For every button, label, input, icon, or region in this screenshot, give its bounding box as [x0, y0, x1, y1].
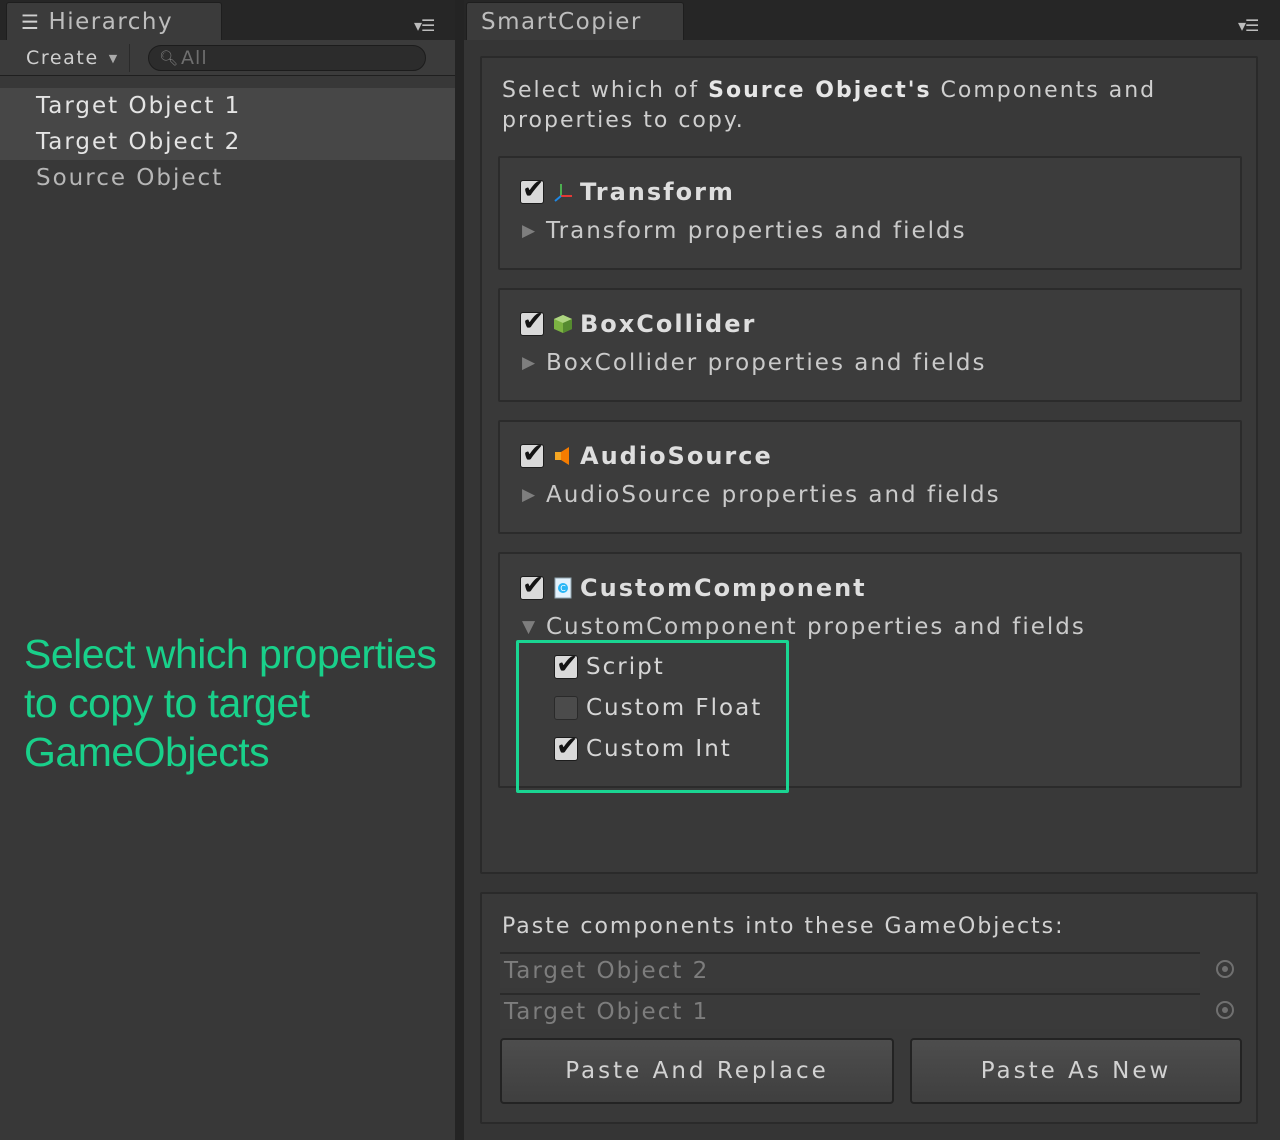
smartcopier-tab-strip: SmartCopier ▾☰ [464, 0, 1280, 40]
component-title: Transform [580, 178, 735, 206]
foldout-collapsed-icon: ▶ [522, 221, 538, 241]
annotation-line-1: Select which properties [24, 631, 437, 677]
smartcopier-tab-label: SmartCopier [481, 8, 642, 35]
object-picker-icon[interactable] [1216, 960, 1234, 978]
component-subtitle: AudioSource properties and fields [546, 482, 1001, 508]
paste-as-new-label: Paste As New [980, 1058, 1172, 1084]
component-title: BoxCollider [580, 310, 757, 338]
foldout-collapsed-icon: ▶ [522, 353, 538, 373]
target-field-1[interactable]: Target Object 2 [500, 952, 1200, 988]
component-boxcollider: BoxCollider ▶ BoxCollider properties and… [498, 288, 1242, 402]
hierarchy-item-source-object[interactable]: Source Object [0, 160, 455, 196]
component-foldout[interactable]: ▶ Transform properties and fields [522, 218, 967, 244]
component-checkbox-boxcollider[interactable] [520, 306, 545, 337]
panel-menu-icon[interactable]: ▾☰ [414, 16, 435, 35]
component-audiosource: AudioSource ▶ AudioSource properties and… [498, 420, 1242, 534]
hierarchy-item-target-object-2[interactable]: Target Object 2 [0, 124, 455, 160]
component-subtitle: BoxCollider properties and fields [546, 350, 987, 376]
hierarchy-item-label: Source Object [36, 165, 224, 191]
component-subtitle: Transform properties and fields [546, 218, 967, 244]
panel-splitter[interactable] [455, 0, 464, 1140]
component-subtitle: CustomComponent properties and fields [546, 614, 1086, 640]
paste-and-replace-button[interactable]: Paste And Replace [500, 1038, 894, 1104]
component-foldout[interactable]: ▼ CustomComponent properties and fields [522, 614, 1086, 640]
create-dropdown-button[interactable]: Create ▼ [12, 44, 130, 72]
hierarchy-tab-label: Hierarchy [48, 8, 174, 35]
paste-as-new-button[interactable]: Paste As New [910, 1038, 1242, 1104]
hierarchy-search[interactable]: 🔍︎ [148, 45, 426, 71]
panel-menu-icon[interactable]: ▾☰ [1238, 16, 1259, 35]
tab-hierarchy[interactable]: ☰ Hierarchy [6, 2, 222, 40]
highlight-box [516, 640, 789, 793]
target-field-2[interactable]: Target Object 1 [500, 993, 1200, 1029]
smartcopier-panel: SmartCopier ▾☰ Select which of Source Ob… [464, 0, 1280, 1140]
component-checkbox-audiosource[interactable] [520, 438, 545, 469]
hierarchy-toolbar: Create ▼ 🔍︎ [0, 40, 455, 76]
component-title: AudioSource [580, 442, 773, 470]
create-label: Create [26, 47, 99, 69]
component-checkbox-transform[interactable] [520, 174, 545, 205]
paste-and-replace-label: Paste And Replace [565, 1058, 829, 1084]
foldout-collapsed-icon: ▶ [522, 485, 538, 505]
audio-source-speaker-icon [552, 445, 574, 467]
search-icon: 🔍︎ [159, 49, 180, 67]
annotation-line-2: to copy to target [24, 680, 310, 726]
chevron-down-icon: ▼ [108, 51, 119, 65]
object-picker-icon[interactable] [1216, 1001, 1234, 1019]
intro-source-name: Source Object's [708, 78, 932, 103]
script-icon: C [552, 577, 574, 599]
annotation-line-3: GameObjects [24, 729, 270, 775]
component-foldout[interactable]: ▶ AudioSource properties and fields [522, 482, 1001, 508]
component-title: CustomComponent [580, 574, 867, 602]
hierarchy-panel: ☰ Hierarchy ▾☰ Create ▼ 🔍︎ Target Object… [0, 0, 455, 1140]
hierarchy-item-label: Target Object 1 [36, 93, 242, 119]
svg-text:C: C [560, 584, 566, 593]
search-input[interactable] [181, 47, 382, 69]
target-field-value: Target Object 2 [504, 958, 710, 984]
box-collider-icon [552, 313, 574, 335]
hierarchy-tab-strip: ☰ Hierarchy ▾☰ [0, 0, 455, 40]
foldout-expanded-icon: ▼ [522, 617, 538, 637]
hierarchy-item-label: Target Object 2 [36, 129, 242, 155]
component-transform: Transform ▶ Transform properties and fie… [498, 156, 1242, 270]
transform-axes-icon [552, 181, 574, 203]
intro-text: Select which of Source Object's Componen… [502, 76, 1262, 136]
hierarchy-item-target-object-1[interactable]: Target Object 1 [0, 88, 455, 124]
target-field-value: Target Object 1 [504, 999, 710, 1025]
tab-smartcopier[interactable]: SmartCopier [466, 2, 684, 40]
hierarchy-list-icon: ☰ [21, 9, 41, 34]
component-checkbox-customcomponent[interactable] [520, 570, 545, 601]
intro-prefix: Select which of [502, 78, 709, 103]
annotation-caption: Select which properties to copy to targe… [24, 630, 454, 777]
paste-targets-label: Paste components into these GameObjects: [502, 914, 1065, 939]
component-foldout[interactable]: ▶ BoxCollider properties and fields [522, 350, 986, 376]
